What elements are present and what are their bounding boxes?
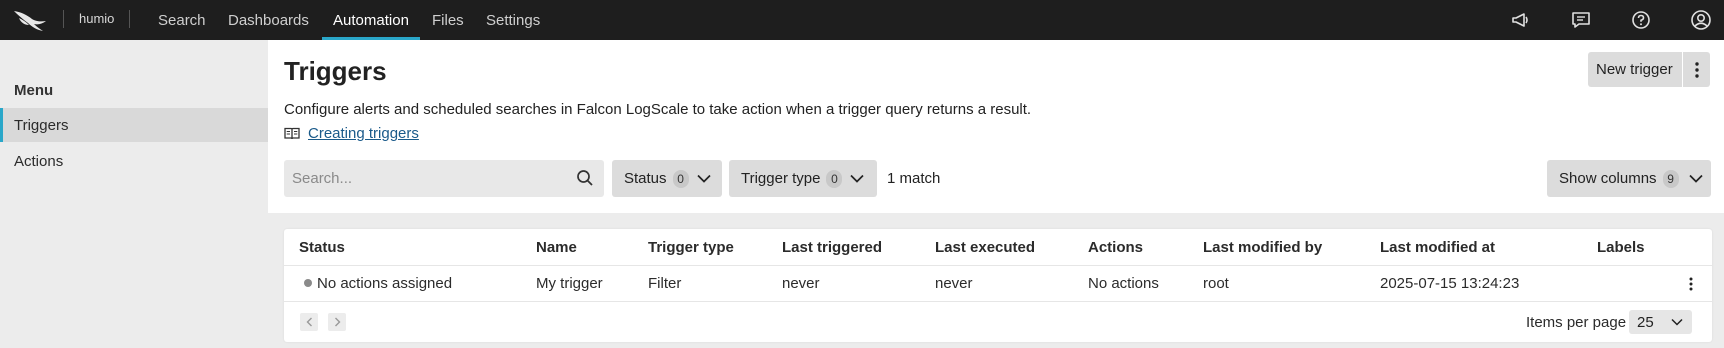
items-per-page-value: 25 xyxy=(1637,313,1654,331)
nav-files[interactable]: Files xyxy=(432,0,464,40)
nav-automation[interactable]: Automation xyxy=(322,0,420,40)
items-per-page-select[interactable]: 25 xyxy=(1629,310,1692,334)
previous-page-button[interactable] xyxy=(300,313,318,331)
help-icon[interactable] xyxy=(1629,8,1653,32)
row-menu-button[interactable] xyxy=(1682,275,1700,293)
status-filter-dropdown[interactable]: Status 0 xyxy=(612,160,722,197)
chevron-down-icon xyxy=(850,174,865,183)
new-trigger-label: New trigger xyxy=(1596,61,1673,78)
last-modified-at-cell: 2025-07-15 13:24:23 xyxy=(1380,275,1520,292)
nav-settings[interactable]: Settings xyxy=(486,0,540,40)
nav-dashboards[interactable]: Dashboards xyxy=(228,0,309,40)
chevron-left-icon xyxy=(306,317,312,327)
status-dot xyxy=(304,279,312,287)
column-header-trigger-type[interactable]: Trigger type xyxy=(648,239,734,256)
chevron-down-icon xyxy=(1671,318,1683,326)
column-header-status[interactable]: Status xyxy=(299,239,345,256)
column-header-actions[interactable]: Actions xyxy=(1088,239,1143,256)
show-columns-count-badge: 9 xyxy=(1662,169,1679,188)
trigger-type-filter-count-badge: 0 xyxy=(826,169,843,188)
search-input[interactable] xyxy=(292,170,562,187)
divider xyxy=(63,10,64,28)
sidebar-title: Menu xyxy=(14,82,54,99)
last-modified-by-cell: root xyxy=(1203,275,1229,292)
more-options-button[interactable] xyxy=(1683,52,1710,87)
search-icon[interactable] xyxy=(576,169,594,187)
last-triggered-cell: never xyxy=(782,275,820,292)
trigger-type-cell: Filter xyxy=(648,275,682,292)
show-columns-label: Show columns xyxy=(1559,170,1657,187)
status-text: No actions assigned xyxy=(317,275,453,292)
divider xyxy=(129,10,130,28)
falcon-logo-icon[interactable] xyxy=(12,6,48,34)
trigger-type-filter-dropdown[interactable]: Trigger type 0 xyxy=(729,160,877,197)
status-filter-count-badge: 0 xyxy=(672,169,689,188)
sidebar-item-label: Actions xyxy=(14,152,64,170)
account-icon[interactable] xyxy=(1689,8,1713,32)
sidebar: Menu Triggers Actions xyxy=(0,40,268,348)
last-executed-cell: never xyxy=(935,275,973,292)
table-row[interactable]: No actions assigned My trigger Filter ne… xyxy=(284,265,1712,302)
actions-cell: No actions xyxy=(1088,275,1159,292)
page-title: Triggers xyxy=(284,56,387,86)
column-header-last-modified-at[interactable]: Last modified at xyxy=(1380,239,1495,256)
trigger-type-filter-label: Trigger type xyxy=(741,170,821,187)
trigger-name-link[interactable]: My trigger xyxy=(536,275,603,292)
sidebar-item-label: Triggers xyxy=(14,116,69,134)
column-header-labels[interactable]: Labels xyxy=(1597,239,1645,256)
chevron-down-icon xyxy=(1688,174,1703,183)
creating-triggers-link[interactable]: Creating triggers xyxy=(284,125,419,142)
column-header-last-triggered[interactable]: Last triggered xyxy=(782,239,882,256)
items-per-page-label: Items per page xyxy=(1526,314,1627,331)
announcement-icon[interactable] xyxy=(1509,8,1533,32)
next-page-button[interactable] xyxy=(328,313,346,331)
chevron-right-icon xyxy=(334,317,340,327)
book-icon xyxy=(284,127,300,140)
kebab-menu-icon xyxy=(1689,277,1693,291)
sidebar-item-actions[interactable]: Actions xyxy=(0,144,268,178)
column-header-last-executed[interactable]: Last executed xyxy=(935,239,1035,256)
feedback-icon[interactable] xyxy=(1569,8,1593,32)
status-filter-label: Status xyxy=(624,170,667,187)
main-content: Triggers Configure alerts and scheduled … xyxy=(268,40,1724,213)
repository-name[interactable]: humio xyxy=(79,11,114,26)
creating-triggers-link-label[interactable]: Creating triggers xyxy=(308,125,419,142)
status-cell: No actions assigned xyxy=(304,275,452,292)
top-navigation-bar: humio Search Dashboards Automation Files… xyxy=(0,0,1724,40)
kebab-menu-icon xyxy=(1694,61,1699,78)
chevron-down-icon xyxy=(696,174,711,183)
triggers-table: Status Name Trigger type Last triggered … xyxy=(284,229,1712,342)
nav-search[interactable]: Search xyxy=(158,0,206,40)
match-count: 1 match xyxy=(887,170,941,187)
search-box[interactable] xyxy=(284,160,604,197)
new-trigger-button[interactable]: New trigger xyxy=(1588,52,1682,87)
column-header-name[interactable]: Name xyxy=(536,239,577,256)
sidebar-item-triggers[interactable]: Triggers xyxy=(0,108,268,142)
column-header-last-modified-by[interactable]: Last modified by xyxy=(1203,239,1322,256)
show-columns-dropdown[interactable]: Show columns 9 xyxy=(1547,160,1711,197)
page-description: Configure alerts and scheduled searches … xyxy=(284,101,1032,118)
